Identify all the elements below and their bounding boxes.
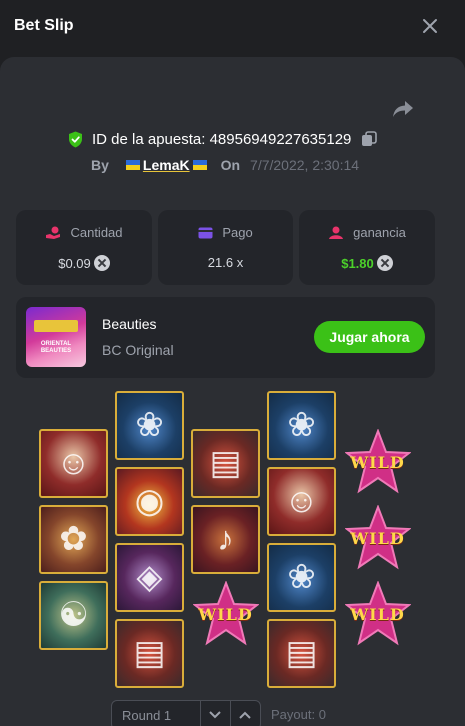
bet-slip-header: Bet Slip	[0, 0, 465, 56]
chevron-down-icon	[208, 711, 221, 719]
payout-label: Payout: 0	[271, 707, 326, 722]
stat-profit-label: ganancia	[353, 225, 406, 240]
round-label: Round 1	[122, 708, 172, 723]
thumbnail-badge	[34, 320, 78, 332]
lute-symbol: ♪	[191, 505, 260, 574]
stat-profit-value: $1.80	[341, 255, 374, 271]
wild-text: WILD	[350, 605, 405, 624]
round-selector[interactable]: Round 1	[111, 700, 261, 726]
wild-symbol: WILD	[343, 505, 412, 574]
profit-user-icon	[329, 226, 344, 239]
lady-icon: ☺	[284, 482, 319, 520]
book-icon: ▤	[285, 634, 318, 672]
game-name: Beauties	[102, 316, 157, 332]
copy-icon[interactable]	[361, 131, 378, 147]
stat-amount-label: Cantidad	[70, 225, 123, 240]
lotus-symbol: ❀	[267, 543, 336, 612]
stat-amount-value: $0.09	[58, 255, 91, 271]
wild-symbol: WILD	[343, 581, 412, 650]
gold-symbol: ◉	[115, 467, 184, 536]
close-icon[interactable]	[421, 17, 439, 35]
lady-icon: ☺	[56, 444, 91, 482]
flag-icon	[125, 160, 140, 170]
book-icon: ▤	[209, 444, 242, 482]
bet-slip-title: Bet Slip	[14, 17, 74, 34]
lotus-symbol: ❀	[115, 391, 184, 460]
jade-icon: ☯	[58, 596, 89, 634]
comb-icon: ✿	[59, 520, 88, 558]
by-label: By	[91, 157, 109, 173]
user-name: LemaK	[142, 157, 190, 173]
book-symbol: ▤	[115, 619, 184, 688]
stat-amount: Cantidad $0.09	[16, 210, 152, 285]
lotus-symbol: ❀	[267, 391, 336, 460]
stat-payout-label: Pago	[222, 225, 253, 240]
wild-symbol: WILD	[343, 429, 412, 498]
game-provider: BC Original	[102, 342, 174, 358]
wild-text: WILD	[198, 605, 253, 624]
share-icon[interactable]	[392, 100, 414, 118]
chevron-up-icon	[238, 711, 251, 719]
card-icon	[198, 227, 213, 238]
game-thumbnail[interactable]: ORIENTAL BEAUTIES	[26, 307, 86, 367]
bet-id-row: ID de la apuesta: 48956949227635129	[68, 129, 378, 149]
stat-payout-value: 21.6 x	[207, 255, 244, 270]
lady-symbol: ☺	[267, 467, 336, 536]
user-link[interactable]: LemaK	[125, 157, 208, 173]
wild-text: WILD	[350, 453, 405, 472]
wild-symbol: WILD	[191, 581, 260, 650]
wild-text: WILD	[350, 529, 405, 548]
thumbnail-title: ORIENTAL BEAUTIES	[40, 341, 72, 354]
book-symbol: ▤	[267, 619, 336, 688]
book-icon: ▤	[133, 634, 166, 672]
comb-symbol: ✿	[39, 505, 108, 574]
lady-symbol: ☺	[39, 429, 108, 498]
shield-check-icon	[69, 131, 82, 147]
currency-coin-icon	[93, 255, 110, 271]
book-symbol: ▤	[191, 429, 260, 498]
bet-id: ID de la apuesta: 48956949227635129	[92, 130, 352, 148]
on-label: On	[220, 157, 241, 173]
fan-symbol: ◈	[115, 543, 184, 612]
fan-icon: ◈	[136, 558, 163, 596]
round-up-button[interactable]	[230, 701, 258, 726]
stat-payout: Pago 21.6 x	[158, 210, 293, 285]
play-now-button[interactable]: Jugar ahora	[314, 321, 425, 353]
currency-coin-icon	[376, 255, 393, 271]
gold-icon: ◉	[134, 482, 165, 520]
round-down-button[interactable]	[200, 701, 228, 726]
bet-date: 7/7/2022, 2:30:14	[250, 157, 360, 173]
stat-profit: ganancia $1.80	[299, 210, 435, 285]
lotus-icon: ❀	[135, 406, 164, 444]
lotus-icon: ❀	[287, 558, 316, 596]
hand-coin-icon	[46, 226, 61, 239]
game-card: ORIENTAL BEAUTIES Beauties BC Original J…	[16, 297, 435, 378]
jade-symbol: ☯	[39, 581, 108, 650]
flag-icon	[192, 160, 207, 170]
bet-byline: By LemaK On 7/7/2022, 2:30:14	[91, 155, 359, 175]
lute-icon: ♪	[217, 520, 234, 558]
lotus-icon: ❀	[287, 406, 316, 444]
